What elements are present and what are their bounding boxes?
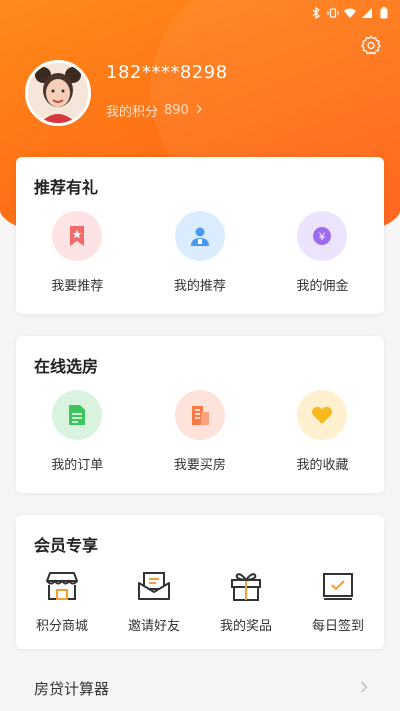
loan-calculator-label: 房贷计算器 — [34, 680, 110, 698]
avatar[interactable] — [25, 60, 91, 126]
envelope-icon — [136, 570, 172, 602]
member-item-mall[interactable]: 积分商城 — [16, 570, 108, 634]
online-item-buy[interactable]: 我要买房 — [139, 390, 262, 473]
signal-icon — [361, 7, 373, 19]
member-item-prizes[interactable]: 我的奖品 — [200, 570, 292, 634]
gift-icon — [228, 570, 264, 602]
svg-text:¥: ¥ — [318, 231, 326, 243]
online-title: 在线选房 — [34, 357, 99, 376]
gear-icon[interactable] — [360, 34, 382, 56]
online-item-label: 我的订单 — [51, 458, 104, 473]
member-item-label: 我的奖品 — [219, 619, 272, 634]
online-item-label: 我的收藏 — [296, 458, 349, 473]
coin-icon: ¥ — [297, 211, 348, 261]
checkin-icon — [320, 570, 356, 602]
online-item-orders[interactable]: 我的订单 — [16, 390, 139, 473]
member-item-checkin[interactable]: 每日签到 — [292, 570, 384, 634]
loan-calculator-row[interactable]: 房贷计算器 — [0, 666, 400, 711]
points-link[interactable]: 我的积分 890 — [106, 101, 203, 120]
online-item-label: 我要买房 — [173, 458, 226, 473]
recommend-item-refer[interactable]: 我要推荐 — [16, 211, 139, 294]
recommend-item-label: 我的推荐 — [173, 279, 226, 294]
bookmark-star-icon — [52, 211, 103, 261]
points-label: 我的积分 — [106, 105, 159, 120]
member-card: 会员专享 积分商城 邀请好友 我的奖品 每日签到 — [16, 515, 384, 649]
online-item-favorites[interactable]: 我的收藏 — [261, 390, 384, 473]
recommend-item-mine[interactable]: 我的推荐 — [139, 211, 262, 294]
recommend-card: 推荐有礼 我要推荐 我的推荐 ¥ 我的佣金 — [16, 157, 384, 314]
wifi-icon — [344, 7, 356, 19]
user-phone: 182****8298 — [106, 62, 228, 83]
document-icon — [52, 390, 103, 440]
member-item-invite[interactable]: 邀请好友 — [108, 570, 200, 634]
building-icon — [174, 390, 225, 440]
recommend-item-label: 我的佣金 — [296, 279, 349, 294]
bluetooth-icon — [310, 6, 322, 19]
member-item-label: 邀请好友 — [127, 619, 180, 634]
member-item-label: 每日签到 — [311, 619, 364, 634]
store-icon — [44, 570, 80, 602]
chevron-right-icon — [195, 103, 203, 119]
recommend-title: 推荐有礼 — [34, 178, 99, 197]
member-item-label: 积分商城 — [35, 619, 88, 634]
status-bar — [310, 0, 400, 22]
chevron-right-icon — [360, 679, 368, 698]
vibrate-icon — [327, 7, 339, 19]
heart-icon — [297, 390, 348, 440]
recommend-item-commission[interactable]: ¥ 我的佣金 — [261, 211, 384, 294]
person-badge-icon — [174, 211, 225, 261]
battery-icon — [378, 6, 390, 19]
online-card: 在线选房 我的订单 我要买房 我的收藏 — [16, 336, 384, 493]
points-value: 890 — [164, 103, 189, 118]
recommend-item-label: 我要推荐 — [51, 279, 104, 294]
member-title: 会员专享 — [34, 536, 99, 555]
